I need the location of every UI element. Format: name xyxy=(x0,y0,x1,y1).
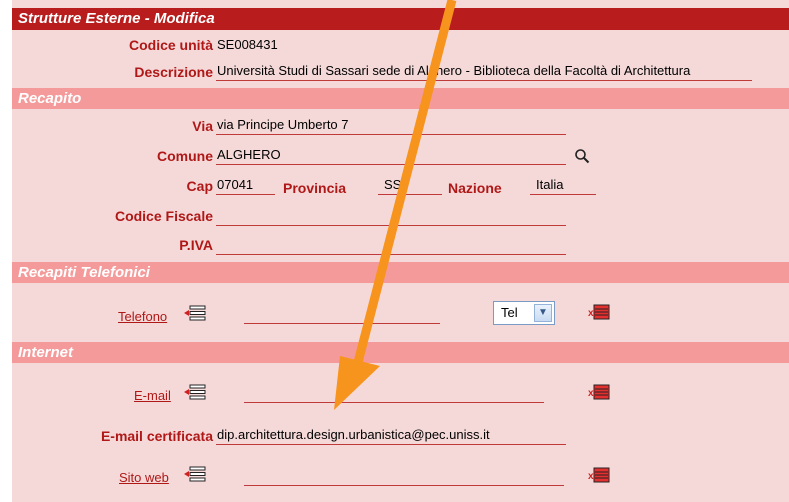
list-add-icon[interactable] xyxy=(184,466,206,482)
sito-web-field[interactable] xyxy=(244,468,564,486)
cap-field[interactable]: 07041 xyxy=(216,177,275,195)
section-internet: Internet xyxy=(12,342,789,363)
pec-label: E-mail certificata xyxy=(100,428,213,444)
codice-unita-label: Codice unità xyxy=(128,37,213,53)
svg-text:x: x xyxy=(588,308,594,319)
via-label: Via xyxy=(192,118,213,134)
codice-unita-value: SE008431 xyxy=(217,37,278,52)
comune-field[interactable]: ALGHERO xyxy=(216,147,566,165)
svg-text:x: x xyxy=(588,471,594,482)
nazione-label: Nazione xyxy=(448,180,502,196)
chevron-down-icon: ▼ xyxy=(534,304,552,322)
sito-web-link[interactable]: Sito web xyxy=(119,470,169,485)
delete-row-icon[interactable]: x xyxy=(588,304,610,320)
form-panel: Strutture Esterne - Modifica Codice unit… xyxy=(12,0,789,502)
piva-label: P.IVA xyxy=(179,237,213,253)
via-field[interactable]: via Principe Umberto 7 xyxy=(216,117,566,135)
svg-text:x: x xyxy=(588,388,594,399)
provincia-label: Provincia xyxy=(283,180,347,196)
telefono-link[interactable]: Telefono xyxy=(118,309,167,324)
section-recapito: Recapito xyxy=(12,88,789,109)
list-add-icon[interactable] xyxy=(184,305,206,321)
pec-field[interactable]: dip.architettura.design.urbanistica@pec.… xyxy=(216,427,566,445)
comune-label: Comune xyxy=(157,148,213,164)
piva-field[interactable] xyxy=(216,237,566,255)
magnifier-icon[interactable] xyxy=(574,148,590,164)
cap-label: Cap xyxy=(186,178,213,194)
telefono-field[interactable] xyxy=(244,306,440,324)
email-field[interactable] xyxy=(244,385,544,403)
descrizione-field[interactable]: Università Studi di Sassari sede di Algh… xyxy=(216,63,752,81)
provincia-field[interactable]: SS xyxy=(378,177,442,195)
delete-row-icon[interactable]: x xyxy=(588,467,610,483)
list-add-icon[interactable] xyxy=(184,384,206,400)
page-title: Strutture Esterne - Modifica xyxy=(12,8,789,30)
phone-type-select[interactable]: Tel ▼ xyxy=(493,301,555,325)
codice-fiscale-label: Codice Fiscale xyxy=(114,208,213,224)
nazione-field[interactable]: Italia xyxy=(530,177,596,195)
descrizione-label: Descrizione xyxy=(134,64,213,80)
phone-type-value: Tel xyxy=(501,305,518,320)
codice-fiscale-field[interactable] xyxy=(216,208,566,226)
section-recapiti-telefonici: Recapiti Telefonici xyxy=(12,262,789,283)
delete-row-icon[interactable]: x xyxy=(588,384,610,400)
email-link[interactable]: E-mail xyxy=(134,388,171,403)
